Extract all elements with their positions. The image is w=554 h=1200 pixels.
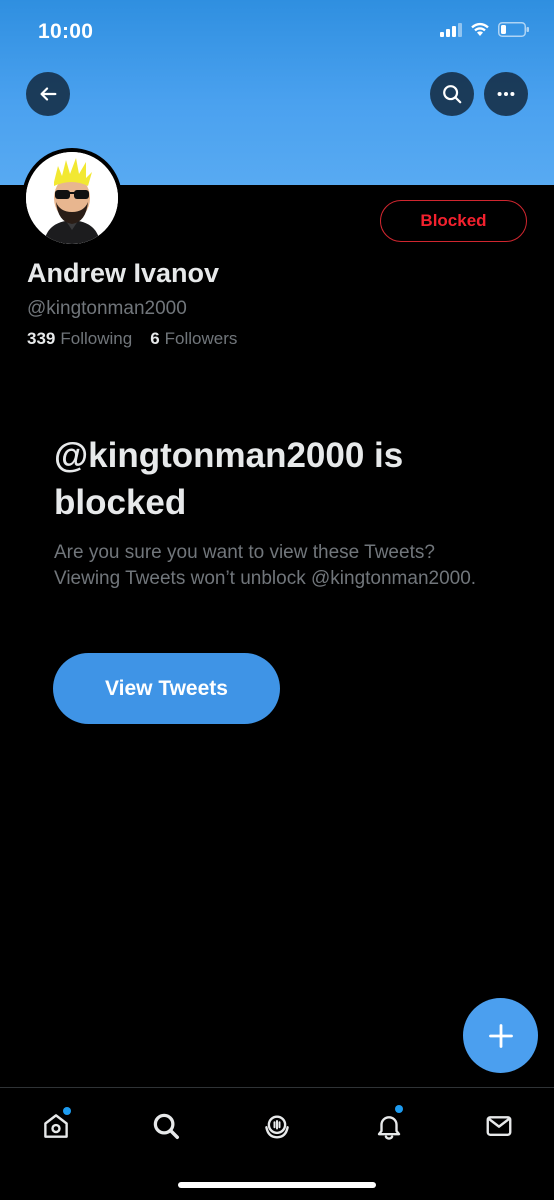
followers-count: 6: [150, 329, 160, 348]
tab-messages[interactable]: [481, 1108, 517, 1144]
back-arrow-icon: [40, 87, 57, 101]
blocked-title: @kingtonman2000 is blocked: [54, 436, 404, 522]
following-count: 339: [27, 329, 56, 348]
avatar-illustration: [26, 152, 118, 244]
avatar[interactable]: [22, 148, 122, 248]
followers-label: Followers: [164, 329, 238, 348]
status-bar: 10:00: [0, 0, 554, 64]
tab-home[interactable]: [38, 1107, 74, 1144]
follow-stats: 339 Following 6 Followers: [27, 329, 237, 349]
home-icon: [44, 1114, 68, 1138]
battery-icon: [498, 22, 529, 37]
blocked-button[interactable]: Blocked: [380, 200, 527, 242]
tab-search[interactable]: [148, 1108, 184, 1144]
followers-link[interactable]: 6 Followers: [150, 329, 237, 349]
following-link[interactable]: 339 Following: [27, 329, 132, 349]
home-notification-dot: [63, 1107, 71, 1115]
tab-spaces[interactable]: [259, 1108, 295, 1144]
signal-icon: [440, 22, 462, 37]
display-name: Andrew Ivanov: [27, 258, 220, 288]
wifi-icon: [471, 22, 489, 36]
blocked-description: Are you sure you want to view these Twee…: [54, 542, 477, 589]
compose-tweet-button[interactable]: [463, 998, 538, 1073]
mail-icon: [486, 1116, 512, 1136]
following-label: Following: [60, 329, 133, 348]
home-indicator: [178, 1182, 376, 1188]
bell-icon: [377, 1116, 401, 1140]
search-button[interactable]: [430, 72, 474, 116]
status-icons: [440, 22, 530, 37]
plus-icon: [488, 1023, 513, 1048]
status-time: 10:00: [38, 20, 94, 43]
spaces-icon: [265, 1115, 289, 1139]
search-icon: [153, 1113, 179, 1139]
search-icon: [443, 85, 462, 104]
more-icon: [497, 91, 515, 97]
back-button[interactable]: [26, 72, 70, 116]
profile-handle: @kingtonman2000: [27, 298, 187, 319]
view-tweets-button[interactable]: View Tweets: [53, 653, 280, 724]
avatar-image: [26, 152, 118, 244]
tab-notifications[interactable]: [371, 1105, 407, 1144]
more-button[interactable]: [484, 72, 528, 116]
tab-bar: [0, 1087, 554, 1200]
notifications-dot: [395, 1105, 403, 1113]
